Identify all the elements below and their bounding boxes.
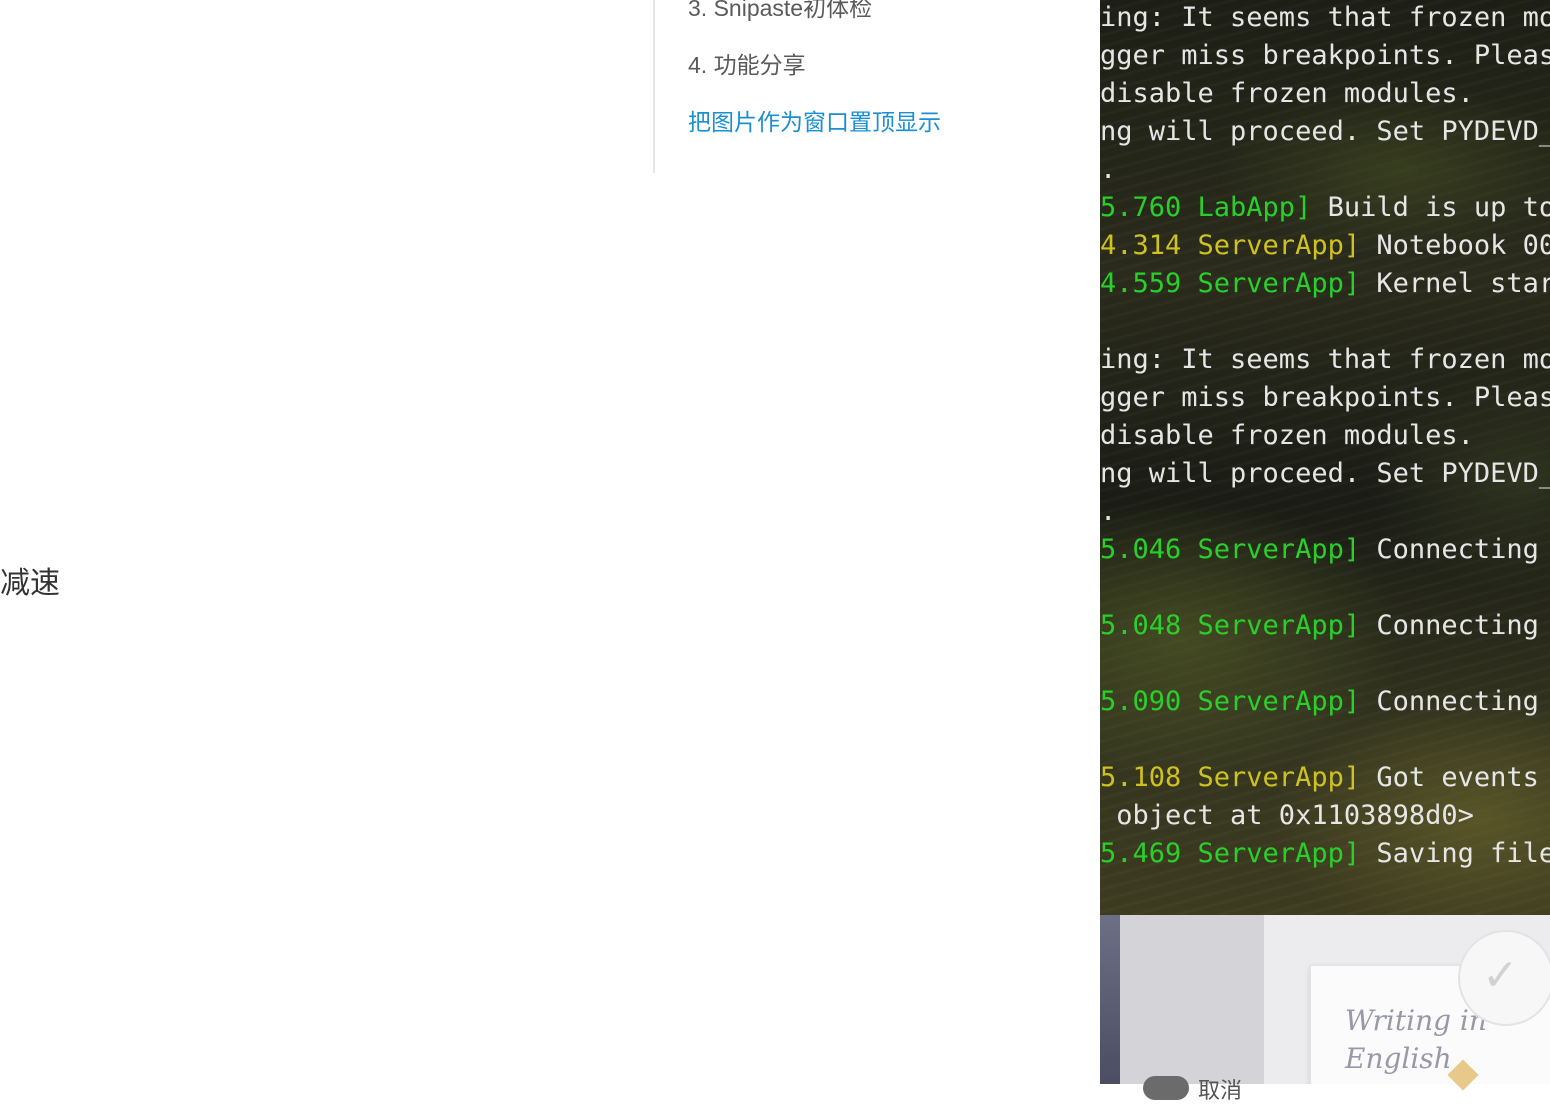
- terminal-line: gger miss breakpoints. Pleas: [1100, 379, 1550, 417]
- terminal-text: Connecting: [1360, 610, 1539, 641]
- terminal-line: disable frozen modules.: [1100, 75, 1474, 113]
- terminal-text: ng will proceed. Set PYDEVD_: [1100, 116, 1550, 147]
- terminal-line: ng will proceed. Set PYDEVD_: [1100, 455, 1550, 493]
- toc-item-feature-share[interactable]: 4. 功能分享: [688, 37, 941, 94]
- terminal-log-prefix: 4.314 ServerApp]: [1100, 230, 1361, 261]
- toggle-switch[interactable]: [1143, 1076, 1189, 1100]
- terminal-log-prefix: 5.046 ServerApp]: [1100, 534, 1361, 565]
- terminal-line: 4.314 ServerApp] Notebook 00: [1100, 227, 1550, 265]
- window-edge-strip: [1100, 915, 1120, 1084]
- terminal-text: Saving file: [1360, 838, 1550, 869]
- terminal-line: 5.090 ServerApp] Connecting: [1100, 683, 1539, 721]
- toc-item-pin-image-on-top[interactable]: 把图片作为窗口置顶显示: [688, 94, 941, 151]
- terminal-text: Connecting: [1360, 686, 1539, 717]
- terminal-line: 5.048 ServerApp] Connecting: [1100, 607, 1539, 645]
- terminal-line: .: [1100, 493, 1116, 531]
- blog-page: 3. Snipaste初体检 4. 功能分享 把图片作为窗口置顶显示 减速: [0, 0, 1100, 1084]
- terminal-text: .: [1100, 154, 1117, 185]
- terminal-text: Connecting: [1360, 534, 1539, 565]
- terminal-text: disable frozen modules.: [1100, 78, 1474, 109]
- terminal-line: ing: It seems that frozen mo: [1100, 0, 1550, 37]
- article-text-fragment: 减速: [0, 567, 60, 600]
- terminal-text: gger miss breakpoints. Pleas: [1100, 382, 1550, 413]
- terminal-log-prefix: 5.469 ServerApp]: [1100, 838, 1361, 869]
- terminal-line: gger miss breakpoints. Pleas: [1100, 37, 1550, 75]
- terminal-line: 5.469 ServerApp] Saving file: [1100, 835, 1550, 873]
- terminal-line: disable frozen modules.: [1100, 417, 1474, 455]
- terminal-log-prefix: 5.048 ServerApp]: [1100, 610, 1361, 641]
- terminal-text: ng will proceed. Set PYDEVD_: [1100, 458, 1550, 489]
- terminal-line: ing: It seems that frozen mo: [1100, 341, 1550, 379]
- terminal-window[interactable]: ing: It seems that frozen mo gger miss br…: [1100, 0, 1550, 915]
- terminal-line: 4.559 ServerApp] Kernel star: [1100, 265, 1550, 303]
- background-window-panel: [1120, 915, 1264, 1084]
- terminal-text: Notebook 00: [1360, 230, 1550, 261]
- terminal-line: 5.760 LabApp] Build is up to: [1100, 189, 1550, 227]
- toc-item-snipaste-first-look[interactable]: 3. Snipaste初体检: [688, 0, 941, 37]
- terminal-text: ing: It seems that frozen mo: [1100, 344, 1550, 375]
- terminal-log-prefix: 4.559 ServerApp]: [1100, 268, 1361, 299]
- terminal-line: 5.108 ServerApp] Got events: [1100, 759, 1539, 797]
- terminal-text: object at 0x1103898d0>: [1100, 800, 1474, 831]
- terminal-text: .: [1100, 496, 1117, 527]
- terminal-text: Kernel star: [1360, 268, 1550, 299]
- terminal-text: ing: It seems that frozen mo: [1100, 2, 1550, 33]
- terminal-log-prefix: 5.090 ServerApp]: [1100, 686, 1361, 717]
- terminal-line: object at 0x1103898d0>: [1100, 797, 1474, 835]
- terminal-line: .: [1100, 151, 1116, 189]
- terminal-text: Build is up to: [1311, 192, 1550, 223]
- terminal-text: disable frozen modules.: [1100, 420, 1474, 451]
- terminal-log-prefix: 5.108 ServerApp]: [1100, 762, 1361, 793]
- toggle-label: 取消: [1198, 1078, 1243, 1103]
- terminal-text: gger miss breakpoints. Pleas: [1100, 40, 1550, 71]
- terminal-line: 5.046 ServerApp] Connecting: [1100, 531, 1539, 569]
- terminal-log-prefix: 5.760 LabApp]: [1100, 192, 1312, 223]
- check-seal-badge: ✓: [1458, 930, 1550, 1026]
- check-icon: ✓: [1482, 951, 1519, 1000]
- terminal-line: ng will proceed. Set PYDEVD_: [1100, 113, 1550, 151]
- table-of-contents: 3. Snipaste初体检 4. 功能分享 把图片作为窗口置顶显示: [653, 0, 941, 173]
- terminal-text: Got events: [1360, 762, 1539, 793]
